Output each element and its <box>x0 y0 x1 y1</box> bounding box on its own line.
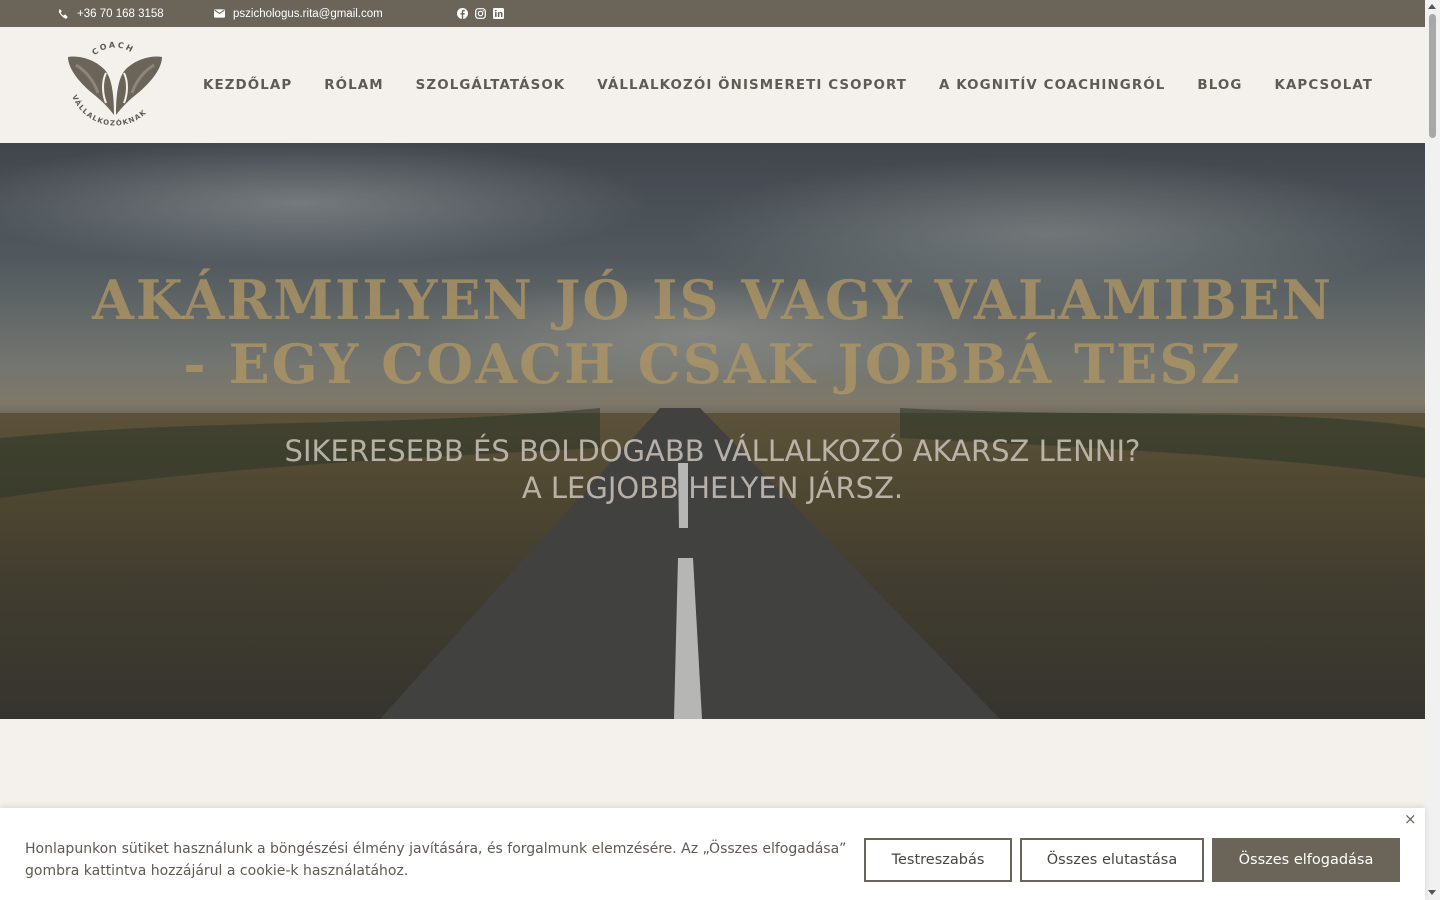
nav-item-kapcsolat[interactable]: KAPCSOLAT <box>1274 78 1373 93</box>
social-links <box>457 0 504 27</box>
customize-button[interactable]: Testreszabás <box>864 838 1012 882</box>
nav-item-kezdolap[interactable]: KEZDŐLAP <box>203 78 292 93</box>
hero-sub-line2: A LEGJOBB HELYEN JÁRSZ. <box>521 471 904 505</box>
nav-item-kognitiv-coaching[interactable]: A KOGNITÍV COACHINGRÓL <box>939 78 1165 93</box>
facebook-icon[interactable] <box>457 8 468 19</box>
hero-dark-overlay <box>0 143 1425 719</box>
hero-sub-line1: SIKERESEBB ÉS BOLDOGABB VÁLLALKOZÓ AKARS… <box>284 434 1141 468</box>
hero-subheadline: SIKERESEBB ÉS BOLDOGABB VÁLLALKOZÓ AKARS… <box>60 433 1365 507</box>
main-navigation: KEZDŐLAP RÓLAM SZOLGÁLTATÁSOK VÁLLALKOZÓ… <box>203 27 1373 143</box>
hero-section: AKÁRMILYEN JÓ IS VAGY VALAMIBEN - EGY CO… <box>0 143 1425 719</box>
svg-text:COACH: COACH <box>90 40 136 57</box>
page-scrollbar[interactable] <box>1425 0 1440 900</box>
nav-item-rolam[interactable]: RÓLAM <box>324 78 383 93</box>
scroll-down-arrow-icon[interactable] <box>1428 890 1436 895</box>
logo-text-top: COACH <box>90 40 134 57</box>
butterfly-logo-icon: COACH VÁLLALKOZÓKNAK <box>68 40 162 128</box>
scroll-up-arrow-icon[interactable] <box>1428 4 1436 9</box>
site-logo[interactable]: COACH VÁLLALKOZÓKNAK <box>62 37 168 133</box>
cookie-consent-banner: × Honlapunkon sütiket használunk a böngé… <box>0 808 1425 900</box>
linkedin-icon[interactable] <box>493 8 504 19</box>
cookie-message: Honlapunkon sütiket használunk a böngész… <box>25 841 847 879</box>
phone-icon <box>58 8 68 19</box>
top-contact-bar: +36 70 168 3158 pszichologus.rita@gmail.… <box>0 0 1425 27</box>
hero-headline-line1: AKÁRMILYEN JÓ IS VAGY VALAMIBEN <box>91 268 1333 332</box>
nav-item-blog[interactable]: BLOG <box>1197 78 1242 93</box>
close-icon[interactable]: × <box>1404 810 1417 828</box>
hero-headline-line2: - EGY COACH CSAK JOBBÁ TESZ <box>183 332 1242 396</box>
instagram-icon[interactable] <box>475 8 486 19</box>
site-header: COACH VÁLLALKOZÓKNAK KEZDŐLAP RÓLAM SZOL… <box>0 27 1425 143</box>
email-contact[interactable]: pszichologus.rita@gmail.com <box>214 0 383 27</box>
reject-all-button[interactable]: Összes elutastása <box>1020 838 1204 882</box>
nav-item-szolgaltatasok[interactable]: SZOLGÁLTATÁSOK <box>416 78 566 93</box>
nav-item-onismereti-csoport[interactable]: VÁLLALKOZÓI ÖNISMERETI CSOPORT <box>597 78 907 93</box>
phone-number: +36 70 168 3158 <box>77 7 164 20</box>
phone-contact[interactable]: +36 70 168 3158 <box>57 0 164 27</box>
scrollbar-thumb[interactable] <box>1429 14 1436 138</box>
envelope-icon <box>214 9 225 18</box>
hero-headline: AKÁRMILYEN JÓ IS VAGY VALAMIBEN - EGY CO… <box>40 268 1385 396</box>
accept-all-button[interactable]: Összes elfogadása <box>1212 838 1400 882</box>
email-address: pszichologus.rita@gmail.com <box>233 7 383 20</box>
